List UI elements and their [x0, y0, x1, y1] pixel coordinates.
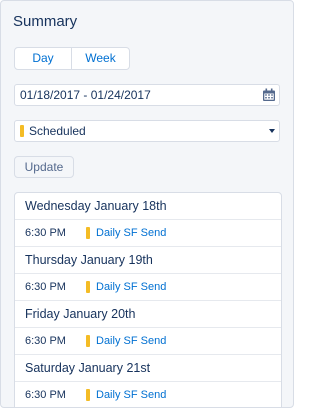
- date-range-value: 01/18/2017 - 01/24/2017: [20, 88, 151, 102]
- summary-panel: Summary Day Week 01/18/2017 - 01/24/2017…: [0, 0, 294, 408]
- day-heading: Wednesday January 18th: [15, 193, 281, 220]
- event-status-indicator: [86, 281, 90, 293]
- event-link[interactable]: Daily SF Send: [96, 328, 166, 355]
- panel-title: Summary: [13, 13, 78, 30]
- event-link[interactable]: Daily SF Send: [96, 382, 166, 407]
- status-color-indicator: [20, 125, 24, 137]
- event-status-indicator: [86, 335, 90, 347]
- event-time: 6:30 PM: [25, 281, 66, 293]
- day-heading: Friday January 20th: [15, 301, 281, 328]
- event-time: 6:30 PM: [25, 389, 66, 401]
- event-time: 6:30 PM: [25, 335, 66, 347]
- update-button[interactable]: Update: [14, 156, 74, 178]
- day-heading: Saturday January 21st: [15, 355, 281, 382]
- week-view-button[interactable]: Week: [72, 48, 129, 69]
- event-row: 6:30 PM Daily SF Send: [15, 220, 281, 247]
- event-row: 6:30 PM Daily SF Send: [15, 274, 281, 301]
- view-toggle: Day Week: [14, 47, 130, 70]
- event-link[interactable]: Daily SF Send: [96, 220, 166, 247]
- status-select[interactable]: Scheduled: [14, 120, 280, 142]
- date-range-input[interactable]: 01/18/2017 - 01/24/2017: [14, 84, 280, 106]
- schedule-list: Wednesday January 18th 6:30 PM Daily SF …: [14, 192, 282, 407]
- status-select-value: Scheduled: [29, 124, 86, 138]
- day-view-button[interactable]: Day: [15, 48, 72, 69]
- day-heading: Thursday January 19th: [15, 247, 281, 274]
- calendar-icon[interactable]: [262, 88, 276, 102]
- event-status-indicator: [86, 389, 90, 401]
- event-link[interactable]: Daily SF Send: [96, 274, 166, 301]
- chevron-down-icon: [269, 129, 275, 133]
- event-time: 6:30 PM: [25, 227, 66, 239]
- event-status-indicator: [86, 227, 90, 239]
- event-row: 6:30 PM Daily SF Send: [15, 328, 281, 355]
- event-row: 6:30 PM Daily SF Send: [15, 382, 281, 407]
